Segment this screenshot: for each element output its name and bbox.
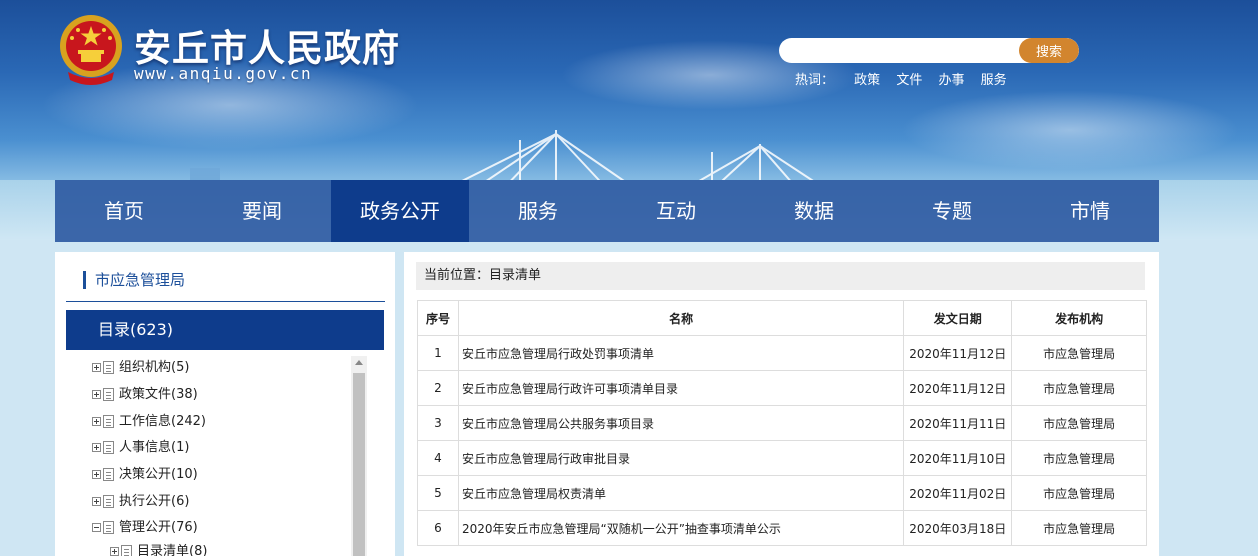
row-title-link[interactable]: 2020年安丘市应急管理局“双随机一公开”抽查事项清单公示 [457,510,905,546]
tree-item-label: 管理公开(76) [119,520,198,535]
site-url: www.anqiu.gov.cn [134,64,313,83]
search-button[interactable]: 搜索 [1019,38,1079,63]
row-date: 2020年11月12日 [903,335,1013,371]
row-title-link[interactable]: 安丘市应急管理局行政审批目录 [457,440,905,476]
scroll-thumb[interactable] [353,373,365,556]
tree-scrollbar[interactable] [351,356,367,556]
row-title-link[interactable]: 安丘市应急管理局行政处罚事项清单 [457,335,905,371]
tree-item-work-info[interactable]: 工作信息(242) [92,412,206,432]
row-title-link[interactable]: 安丘市应急管理局行政许可事项清单目录 [457,370,905,406]
table-row: 3 安丘市应急管理局公共服务事项目录 2020年11月11日 市应急管理局 [417,405,1147,441]
scroll-up-arrow-icon[interactable] [351,356,367,370]
row-date: 2020年11月11日 [903,405,1013,441]
expand-icon[interactable] [92,443,101,452]
expand-icon[interactable] [92,470,101,479]
nav-item-topics[interactable]: 专题 [883,180,1021,242]
document-icon [103,388,114,401]
expand-icon[interactable] [92,363,101,372]
document-icon [103,521,114,534]
nav-item-data[interactable]: 数据 [745,180,883,242]
tree-item-label: 工作信息(242) [119,414,206,429]
tree-item-label: 执行公开(6) [119,494,190,509]
expand-icon[interactable] [92,417,101,426]
document-icon [103,468,114,481]
row-date: 2020年03月18日 [903,510,1013,546]
column-header: 名称 [457,300,905,336]
row-title-link[interactable]: 安丘市应急管理局权责清单 [457,475,905,511]
nav-item-home[interactable]: 首页 [55,180,193,242]
main-nav: 首页 要闻 政务公开 服务 互动 数据 专题 市情 [55,180,1159,242]
row-publisher: 市应急管理局 [1011,335,1147,371]
table-row: 2 安丘市应急管理局行政许可事项清单目录 2020年11月12日 市应急管理局 [417,370,1147,406]
table-row: 4 安丘市应急管理局行政审批目录 2020年11月10日 市应急管理局 [417,440,1147,476]
document-icon [121,545,132,556]
column-header: 发文日期 [903,300,1013,336]
expand-icon[interactable] [92,497,101,506]
row-number: 5 [417,475,459,511]
catalog-tree: 组织机构(5) 政策文件(38) 工作信息(242) 人事信息(1) 决策公开(… [66,356,366,556]
tree-item-org[interactable]: 组织机构(5) [92,358,189,378]
search-input[interactable] [789,41,1017,60]
row-date: 2020年11月02日 [903,475,1013,511]
table-row: 6 2020年安丘市应急管理局“双随机一公开”抽查事项清单公示 2020年03月… [417,510,1147,546]
document-icon [103,441,114,454]
row-title-link[interactable]: 安丘市应急管理局公共服务事项目录 [457,405,905,441]
tree-item-label: 政策文件(38) [119,387,198,402]
row-publisher: 市应急管理局 [1011,440,1147,476]
nav-item-interaction[interactable]: 互动 [607,180,745,242]
breadcrumb: 当前位置：目录清单 [416,262,1145,290]
expand-icon[interactable] [110,547,119,556]
tree-item-management[interactable]: 管理公开(76) [92,518,198,538]
national-emblem-icon [60,15,122,85]
tree-item-catalog-list[interactable]: 目录清单(8) [110,542,207,556]
row-number: 2 [417,370,459,406]
row-number: 1 [417,335,459,371]
hotwords-bar: 热词： 政策 文件 办事 服务 [795,69,1019,88]
document-icon [103,495,114,508]
hotwords-label: 热词： [795,73,835,88]
main-content: 当前位置：目录清单 序号 名称 发文日期 发布机构 1 安丘市应急管理局行政处罚… [404,252,1159,556]
nav-item-services[interactable]: 服务 [469,180,607,242]
tree-item-label: 目录清单(8) [137,544,208,556]
row-date: 2020年11月12日 [903,370,1013,406]
column-header: 序号 [417,300,459,336]
row-publisher: 市应急管理局 [1011,370,1147,406]
nav-item-gov-affairs[interactable]: 政务公开 [331,180,469,242]
nav-item-city-info[interactable]: 市情 [1021,180,1159,242]
row-number: 6 [417,510,459,546]
hotword-link[interactable]: 文件 [896,73,922,88]
hotword-link[interactable]: 办事 [938,73,964,88]
row-publisher: 市应急管理局 [1011,405,1147,441]
column-header: 发布机构 [1011,300,1147,336]
row-number: 3 [417,405,459,441]
table-header-row: 序号 名称 发文日期 发布机构 [417,300,1147,336]
sidebar: 市应急管理局 目录(623) 组织机构(5) 政策文件(38) 工作信息(242… [55,252,395,556]
row-publisher: 市应急管理局 [1011,510,1147,546]
row-publisher: 市应急管理局 [1011,475,1147,511]
catalog-header[interactable]: 目录(623) [66,310,384,350]
nav-item-news[interactable]: 要闻 [193,180,331,242]
tree-item-label: 人事信息(1) [119,440,190,455]
tree-item-personnel[interactable]: 人事信息(1) [92,438,189,458]
tree-item-label: 决策公开(10) [119,467,198,482]
collapse-icon[interactable] [92,523,101,532]
document-icon [103,361,114,374]
row-number: 4 [417,440,459,476]
tree-item-policy[interactable]: 政策文件(38) [92,385,198,405]
sidebar-divider [66,301,385,302]
search-box: 搜索 [779,38,1079,63]
tree-item-decision[interactable]: 决策公开(10) [92,465,198,485]
tree-item-label: 组织机构(5) [119,360,190,375]
document-icon [103,415,114,428]
expand-icon[interactable] [92,390,101,399]
row-date: 2020年11月10日 [903,440,1013,476]
sidebar-title: 市应急管理局 [83,271,185,289]
table-row: 5 安丘市应急管理局权责清单 2020年11月02日 市应急管理局 [417,475,1147,511]
catalog-table: 序号 名称 发文日期 发布机构 1 安丘市应急管理局行政处罚事项清单 2020年… [417,300,1147,546]
table-row: 1 安丘市应急管理局行政处罚事项清单 2020年11月12日 市应急管理局 [417,335,1147,371]
hotword-link[interactable]: 政策 [854,73,880,88]
tree-item-execution[interactable]: 执行公开(6) [92,492,189,512]
hotword-link[interactable]: 服务 [981,73,1007,88]
